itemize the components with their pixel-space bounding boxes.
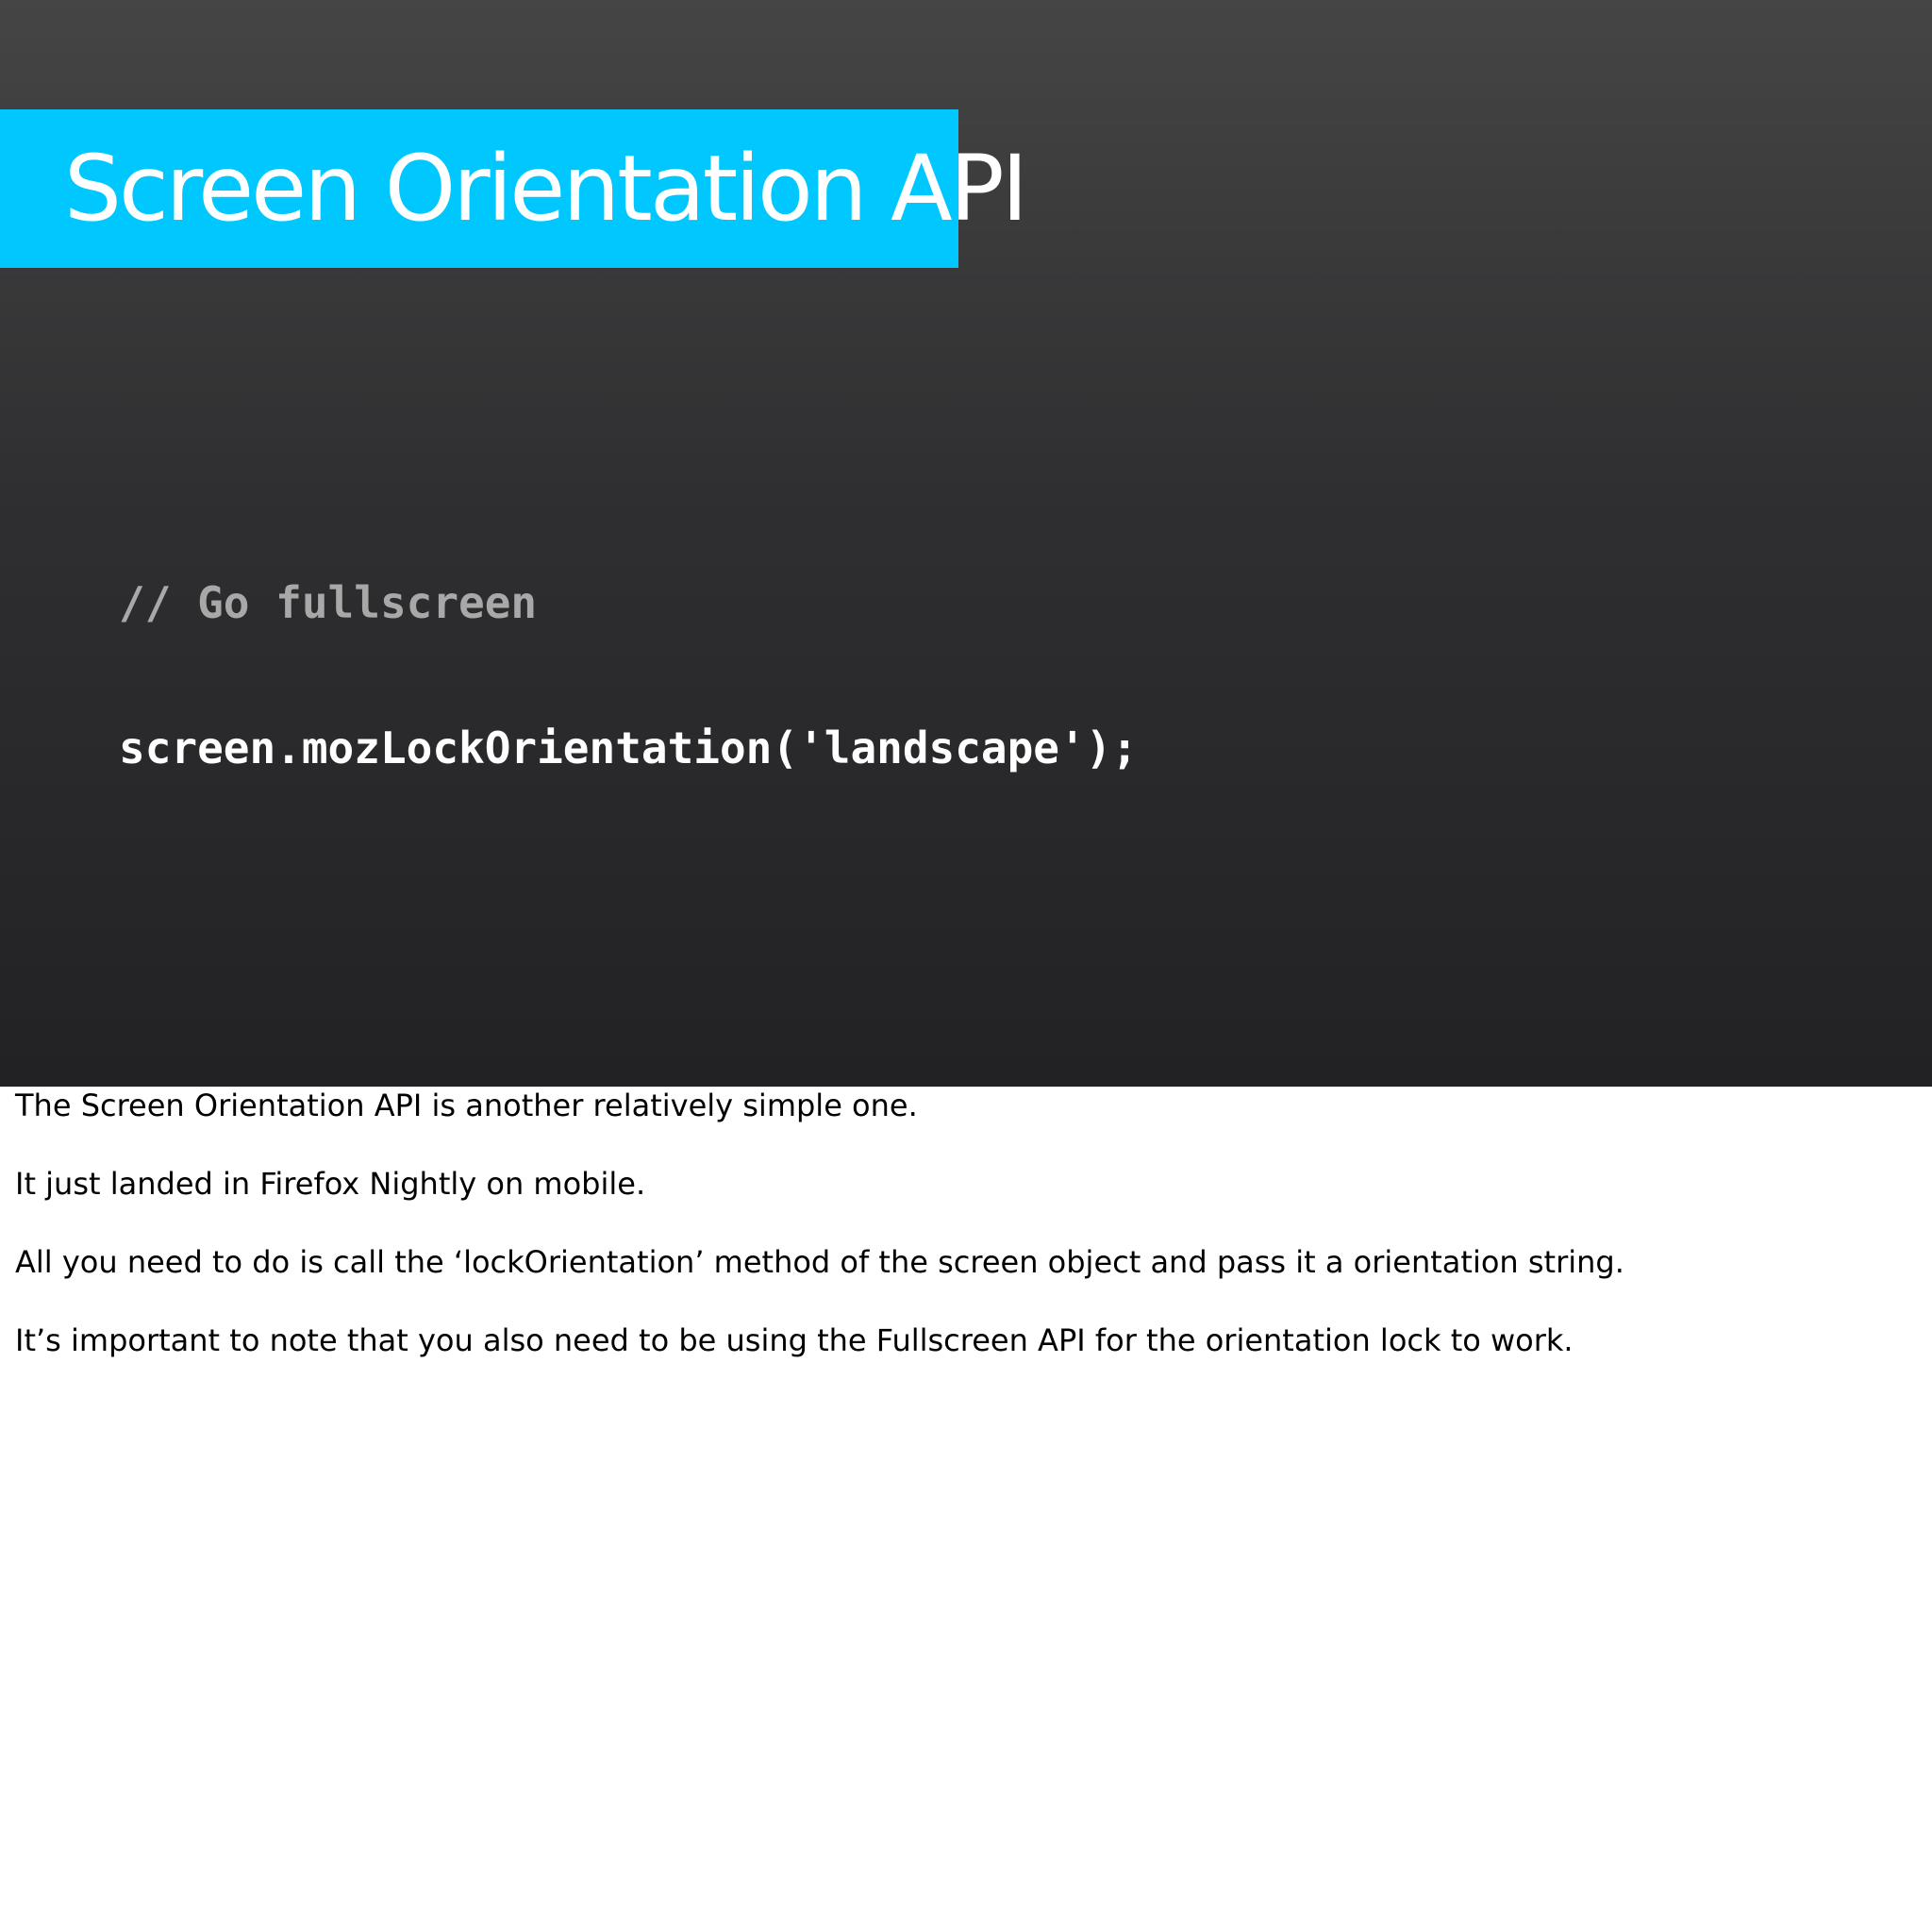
title-band: Screen Orientation API: [0, 109, 1028, 268]
note-paragraph: The Screen Orientation API is another re…: [15, 1088, 918, 1123]
note-paragraph: It’s important to note that you also nee…: [15, 1322, 1574, 1358]
code-line: screen.mozLockOrientation('landscape');: [119, 723, 1139, 773]
code-comment: // Go fullscreen: [119, 577, 538, 628]
slide-title: Screen Orientation API: [64, 136, 1028, 241]
page: Screen Orientation API // Go fullscreen …: [0, 0, 1932, 1911]
slide: Screen Orientation API // Go fullscreen …: [0, 0, 1932, 1087]
speaker-notes: The Screen Orientation API is another re…: [15, 1087, 1902, 1400]
note-paragraph: All you need to do is call the ‘lockOrie…: [15, 1244, 1624, 1280]
note-paragraph: It just landed in Firefox Nightly on mob…: [15, 1166, 646, 1202]
